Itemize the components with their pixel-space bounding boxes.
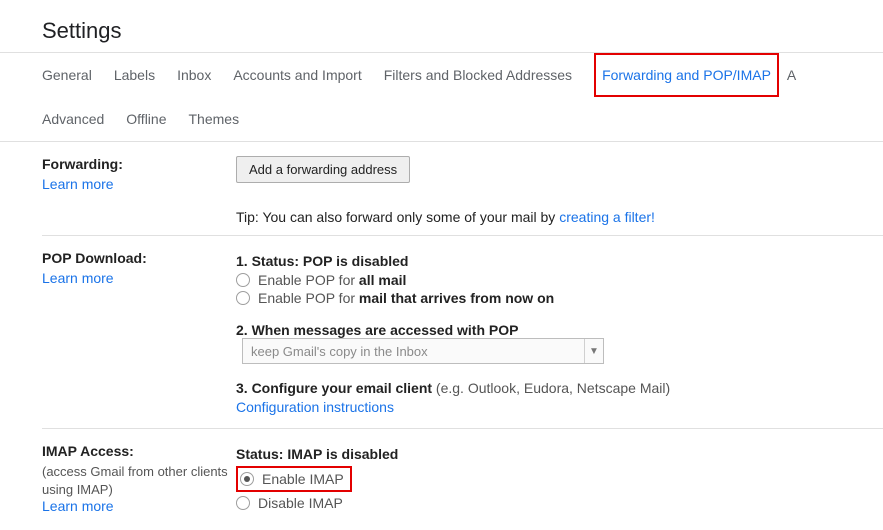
pop-accessed-label: 2. When messages are accessed with POP <box>236 322 518 338</box>
imap-disable-row[interactable]: Disable IMAP <box>236 495 863 511</box>
pop-configure-bold: 3. Configure your email client <box>236 380 432 396</box>
section-pop-download: POP Download: Learn more 1. Status: POP … <box>42 236 883 429</box>
pop-enable-new-row[interactable]: Enable POP for mail that arrives from no… <box>236 290 863 306</box>
forwarding-tip-text: Tip: You can also forward only some of y… <box>236 209 559 225</box>
pop-enable-all-bold: all mail <box>359 272 406 288</box>
radio-icon <box>240 472 254 486</box>
pop-configure-rest: (e.g. Outlook, Eudora, Netscape Mail) <box>432 380 670 396</box>
tab-themes[interactable]: Themes <box>189 97 240 141</box>
imap-heading: IMAP Access: <box>42 443 228 459</box>
configuration-instructions-link[interactable]: Configuration instructions <box>236 399 394 415</box>
tab-cutoff: A <box>787 53 796 97</box>
forwarding-tip: Tip: You can also forward only some of y… <box>236 209 863 225</box>
imap-status-value: IMAP is disabled <box>287 446 398 462</box>
pop-configure-block: 3. Configure your email client (e.g. Out… <box>236 380 863 415</box>
pop-accessed-select-value: keep Gmail's copy in the Inbox <box>243 344 584 359</box>
imap-enable-row[interactable]: Enable IMAP <box>240 471 344 487</box>
tab-accounts-import[interactable]: Accounts and Import <box>233 53 361 97</box>
pop-status-value: POP is disabled <box>303 253 409 269</box>
pop-status-line: 1. Status: POP is disabled <box>236 253 863 269</box>
pop-enable-all-prefix: Enable POP for <box>258 272 359 288</box>
highlight-enable-imap: Enable IMAP <box>236 466 352 492</box>
tab-filters[interactable]: Filters and Blocked Addresses <box>384 53 572 97</box>
pop-enable-all-row[interactable]: Enable POP for all mail <box>236 272 863 288</box>
creating-filter-link[interactable]: creating a filter! <box>559 209 655 225</box>
imap-subnote: (access Gmail from other clients using I… <box>42 463 228 498</box>
forwarding-heading: Forwarding: <box>42 156 228 172</box>
imap-enable-label: Enable IMAP <box>262 471 344 487</box>
tab-forwarding-pop-imap[interactable]: Forwarding and POP/IMAP <box>602 59 771 91</box>
forwarding-learn-more-link[interactable]: Learn more <box>42 176 114 192</box>
tab-offline[interactable]: Offline <box>126 97 166 141</box>
pop-learn-more-link[interactable]: Learn more <box>42 270 114 286</box>
chevron-down-icon: ▼ <box>584 339 603 363</box>
tab-labels[interactable]: Labels <box>114 53 155 97</box>
tab-inbox[interactable]: Inbox <box>177 53 211 97</box>
pop-accessed-block: 2. When messages are accessed with POP k… <box>236 322 863 364</box>
imap-status-prefix: Status: <box>236 446 287 462</box>
pop-enable-new-prefix: Enable POP for <box>258 290 359 306</box>
section-forwarding: Forwarding: Learn more Add a forwarding … <box>42 142 883 236</box>
radio-icon <box>236 496 250 510</box>
tab-general[interactable]: General <box>42 53 92 97</box>
highlight-forwarding-tab: Forwarding and POP/IMAP <box>594 53 779 97</box>
pop-status-prefix: 1. Status: <box>236 253 303 269</box>
pop-enable-new-bold: mail that arrives from now on <box>359 290 554 306</box>
settings-tabs: General Labels Inbox Accounts and Import… <box>0 52 883 142</box>
page-title: Settings <box>0 0 883 52</box>
pop-accessed-select[interactable]: keep Gmail's copy in the Inbox ▼ <box>242 338 604 364</box>
tab-advanced[interactable]: Advanced <box>42 97 104 141</box>
imap-learn-more-link[interactable]: Learn more <box>42 498 114 514</box>
add-forwarding-address-button[interactable]: Add a forwarding address <box>236 156 410 183</box>
pop-heading: POP Download: <box>42 250 228 266</box>
imap-disable-label: Disable IMAP <box>258 495 343 511</box>
radio-icon <box>236 291 250 305</box>
radio-icon <box>236 273 250 287</box>
imap-status-line: Status: IMAP is disabled <box>236 446 863 462</box>
section-imap-access: IMAP Access: (access Gmail from other cl… <box>42 429 883 524</box>
